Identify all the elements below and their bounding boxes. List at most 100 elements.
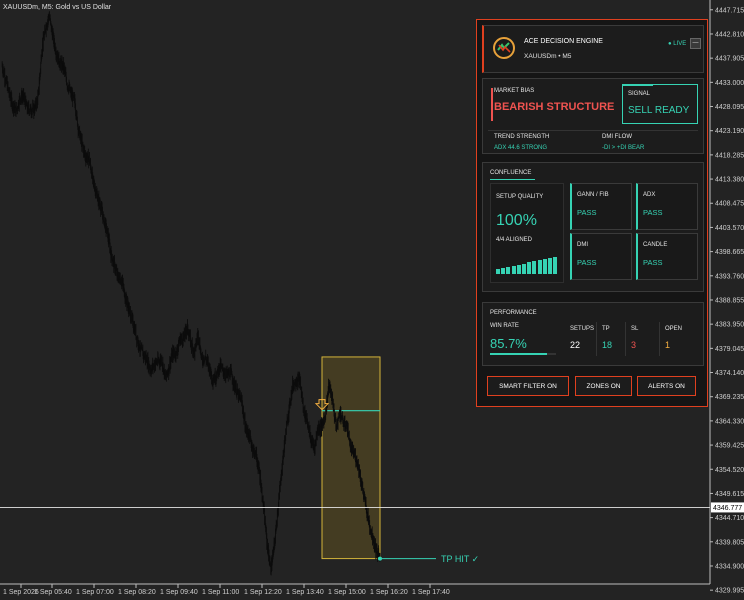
tp-hit-label: TP HIT ✓ [441, 554, 479, 564]
stat-divider [625, 322, 626, 356]
panel-subtitle: XAUUSDm • M5 [524, 53, 572, 60]
price-tick-label: 4423.190 [715, 128, 744, 135]
signal-label: SIGNAL [628, 91, 651, 97]
signal-accent [623, 84, 653, 86]
quality-bar [537, 260, 542, 274]
performance-card: PERFORMANCE WIN RATE 85.7% SETUPS 22 TP 18 S… [482, 302, 704, 366]
market-bias-label: MARKET BIAS [494, 88, 535, 94]
bias-divider [488, 130, 698, 131]
live-status-label: LIVE [673, 41, 687, 47]
stat-divider [659, 322, 660, 356]
chart-window-title: XAUUSDm, M5: Gold vs US Dollar [3, 4, 112, 11]
time-tick-label: 1 Sep 13:40 [286, 589, 324, 596]
stat-divider [596, 322, 597, 356]
alerts-button[interactable]: ALERTS ON [637, 376, 696, 396]
check-name: DMI [577, 242, 588, 248]
price-tick-label: 4442.810 [715, 31, 744, 38]
check-status: PASS [643, 258, 663, 267]
live-status: ● LIVE [668, 41, 686, 47]
price-tick-label: 4344.710 [715, 515, 744, 522]
time-tick-label: 1 Sep 17:40 [412, 589, 450, 596]
price-tick-label: 4418.285 [715, 152, 744, 159]
stat-value: 3 [631, 340, 637, 350]
time-tick-label: 1 Sep 05:40 [34, 589, 72, 596]
check-status: PASS [577, 208, 597, 217]
confluence-card: CONFLUENCE SETUP QUALITY 100% 4/4 ALIGNE… [482, 162, 704, 292]
price-tick-label: 4329.995 [715, 588, 744, 595]
confluence-check: CANDLE PASS [636, 233, 698, 280]
time-tick-label: 1 Sep 12:20 [244, 589, 282, 596]
stat-value: 18 [602, 340, 613, 350]
price-tick-label: 4334.900 [715, 563, 744, 570]
trend-strength-value: ADX 44.6 STRONG [494, 145, 548, 151]
signal-value: SELL READY [628, 105, 690, 116]
quality-bar [501, 267, 506, 274]
stat-label: OPEN [665, 326, 683, 332]
zones-button[interactable]: ZONES ON [575, 376, 632, 396]
price-tick-label: 4403.570 [715, 225, 744, 232]
price-tick-label: 4447.715 [715, 7, 744, 14]
price-tick-label: 4393.760 [715, 273, 744, 280]
time-tick-label: 1 Sep 15:00 [328, 589, 366, 596]
price-tick-label: 4383.950 [715, 322, 744, 329]
decision-engine-panel: ACE DECISION ENGINE XAUUSDm • M5 ● LIVE … [476, 19, 708, 407]
time-tick-label: 1 Sep 11:00 [202, 589, 239, 596]
check-name: GANN / FIB [577, 192, 609, 198]
panel-header: ACE DECISION ENGINE XAUUSDm • M5 ● LIVE … [482, 25, 704, 73]
performance-label: PERFORMANCE [490, 310, 537, 316]
price-tick-label: 4437.905 [715, 56, 744, 63]
market-bias-card: MARKET BIAS BEARISH STRUCTURE SIGNAL SEL… [482, 78, 704, 154]
price-tick-label: 4408.475 [715, 201, 744, 208]
dmi-flow-value: -DI > +DI BEAR [602, 145, 645, 151]
time-tick-label: 1 Sep 07:00 [76, 589, 114, 596]
check-status: PASS [577, 258, 597, 267]
price-tick-label: 4388.855 [715, 297, 744, 304]
current-price-label: 4346.777 [713, 505, 742, 512]
stat-value: 22 [570, 340, 581, 350]
win-rate-fill [490, 353, 547, 355]
quality-bar [542, 259, 547, 274]
price-tick-label: 4428.095 [715, 104, 744, 111]
quality-bar [532, 261, 537, 274]
stat-label: SETUPS [570, 326, 595, 332]
time-tick-label: 1 Sep 08:20 [118, 589, 156, 596]
quality-bar [511, 265, 516, 274]
price-tick-label: 4364.330 [715, 418, 744, 425]
price-tick-label: 4413.380 [715, 177, 744, 184]
price-tick-label: 4359.425 [715, 443, 744, 450]
check-status: PASS [643, 208, 663, 217]
check-name: ADX [643, 192, 656, 198]
smart-filter-button[interactable]: SMART FILTER ON [487, 376, 569, 396]
win-rate-track [490, 353, 556, 355]
quality-bar [548, 258, 552, 274]
time-tick-label: 1 Sep 16:20 [370, 589, 408, 596]
confluence-label: CONFLUENCE [490, 170, 532, 176]
quality-bar [506, 266, 511, 274]
time-tick-label: 1 Sep 09:40 [160, 589, 198, 596]
tp-dot [378, 556, 382, 561]
setup-quality-label: SETUP QUALITY [496, 194, 544, 200]
confluence-check: GANN / FIB PASS [570, 183, 632, 230]
confluence-check: DMI PASS [570, 233, 632, 280]
confluence-underline [490, 179, 535, 180]
price-tick-label: 4374.140 [715, 370, 744, 377]
price-tick-label: 4433.000 [715, 80, 744, 87]
quality-bar [527, 262, 532, 274]
signal-box: SIGNAL SELL READY [622, 84, 698, 124]
engine-logo-icon [493, 37, 515, 59]
live-dot-icon: ● [668, 41, 672, 47]
minimize-button[interactable]: — [690, 38, 701, 49]
stat-value: 1 [665, 340, 671, 350]
market-bias-value: BEARISH STRUCTURE [494, 101, 615, 113]
aligned-count: 4/4 ALIGNED [496, 237, 533, 243]
price-tick-label: 4339.805 [715, 539, 744, 546]
check-name: CANDLE [643, 242, 668, 248]
trend-strength-label: TREND STRENGTH [494, 134, 550, 140]
win-rate-label: WIN RATE [490, 323, 519, 329]
price-tick-label: 4379.045 [715, 346, 744, 353]
win-rate-value: 85.7% [490, 336, 527, 351]
market-bias-accent [491, 88, 493, 121]
price-tick-label: 4349.615 [715, 491, 744, 498]
setup-quality-box: SETUP QUALITY 100% 4/4 ALIGNED [490, 183, 564, 283]
price-tick-label: 4398.665 [715, 249, 744, 256]
